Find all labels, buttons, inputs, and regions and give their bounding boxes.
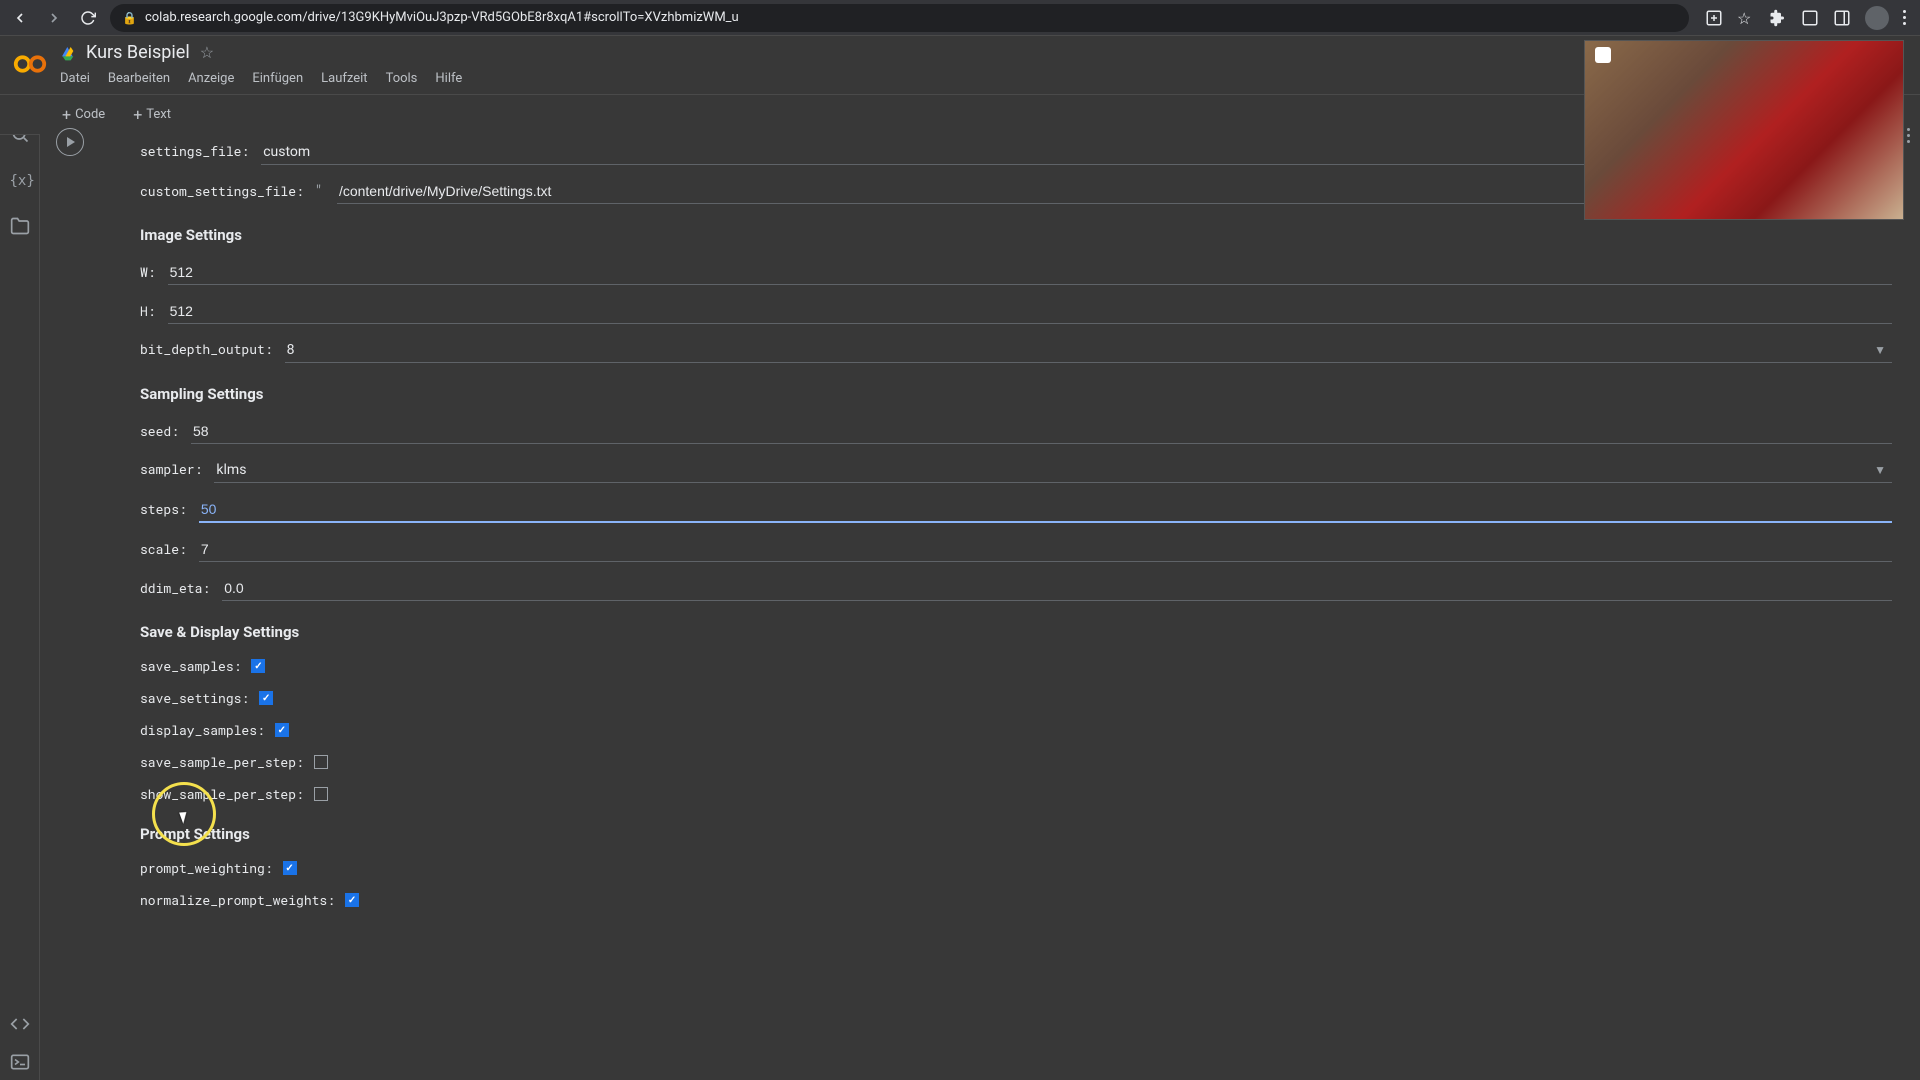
drive-icon — [60, 45, 76, 61]
url-text: colab.research.google.com/drive/13G9KHyM… — [145, 10, 739, 25]
bookmark-icon[interactable]: ☆ — [1737, 9, 1755, 27]
document-title[interactable]: Kurs Beispiel — [86, 42, 190, 63]
save-display-heading: Save & Display Settings — [140, 623, 1892, 641]
menu-runtime[interactable]: Laufzeit — [321, 71, 367, 86]
address-bar[interactable]: 🔒 colab.research.google.com/drive/13G9KH… — [110, 4, 1689, 32]
code-snippets-icon[interactable] — [10, 1014, 30, 1034]
show-sample-per-step-label: show_sample_per_step: — [140, 785, 304, 803]
bit-depth-label: bit_depth_output: — [140, 340, 273, 358]
display-samples-checkbox[interactable] — [275, 723, 289, 737]
lock-icon: 🔒 — [122, 11, 137, 25]
chevron-down-icon: ▼ — [1874, 463, 1886, 477]
steps-input[interactable] — [199, 497, 1892, 523]
profile-avatar[interactable] — [1865, 6, 1889, 30]
share-icon[interactable] — [1801, 9, 1819, 27]
seed-input[interactable] — [191, 419, 1892, 444]
scale-input[interactable] — [199, 537, 1892, 562]
sampling-settings-heading: Sampling Settings — [140, 385, 1892, 403]
sampler-select[interactable]: klms ▼ — [214, 458, 1892, 483]
run-cell-button[interactable] — [56, 128, 84, 156]
steps-label: steps: — [140, 500, 187, 518]
save-settings-label: save_settings: — [140, 689, 249, 707]
show-sample-per-step-checkbox[interactable] — [314, 787, 328, 801]
notebook-main: settings_file: custom custom_settings_fi… — [40, 120, 1920, 1080]
w-label: W: — [140, 263, 156, 281]
w-input[interactable] — [168, 260, 1892, 285]
colab-logo-icon[interactable] — [12, 46, 48, 82]
prompt-weighting-checkbox[interactable] — [283, 861, 297, 875]
custom-settings-file-label: custom_settings_file: — [140, 182, 304, 200]
star-icon[interactable]: ☆ — [200, 43, 214, 62]
normalize-prompt-weights-label: normalize_prompt_weights: — [140, 891, 335, 909]
menu-help[interactable]: Hilfe — [435, 71, 462, 86]
browser-toolbar: 🔒 colab.research.google.com/drive/13G9KH… — [0, 0, 1920, 36]
save-sample-per-step-checkbox[interactable] — [314, 755, 328, 769]
chevron-down-icon: ▼ — [1874, 343, 1886, 357]
ddim-eta-input[interactable] — [222, 576, 1892, 601]
seed-label: seed: — [140, 422, 179, 440]
menu-edit[interactable]: Bearbeiten — [108, 71, 170, 86]
form-cell: settings_file: custom custom_settings_fi… — [40, 120, 1920, 963]
sampler-label: sampler: — [140, 460, 202, 478]
reload-button[interactable] — [76, 6, 100, 30]
pin-icon — [1595, 47, 1611, 63]
cursor-icon — [181, 811, 193, 827]
h-input[interactable] — [168, 299, 1892, 324]
menu-tools[interactable]: Tools — [386, 71, 418, 86]
back-button[interactable] — [8, 6, 32, 30]
normalize-prompt-weights-checkbox[interactable] — [345, 893, 359, 907]
translate-icon[interactable] — [1705, 9, 1723, 27]
variables-icon[interactable]: {x} — [10, 170, 30, 190]
save-sample-per-step-label: save_sample_per_step: — [140, 753, 304, 771]
forward-button[interactable] — [42, 6, 66, 30]
prompt-weighting-label: prompt_weighting: — [140, 859, 273, 877]
bit-depth-select[interactable]: 8 ▼ — [285, 338, 1892, 363]
terminal-icon[interactable] — [10, 1052, 30, 1072]
extensions-icon[interactable] — [1769, 9, 1787, 27]
save-settings-checkbox[interactable] — [259, 691, 273, 705]
left-sidebar: {x} — [0, 36, 40, 1080]
settings-file-label: settings_file: — [140, 142, 249, 160]
quote-mark: " — [316, 181, 321, 200]
image-settings-heading: Image Settings — [140, 226, 1892, 244]
browser-menu-icon[interactable] — [1903, 10, 1906, 25]
prompt-settings-heading: Prompt Settings — [140, 825, 1892, 843]
display-samples-label: display_samples: — [140, 721, 265, 739]
cell-menu-icon[interactable] — [1907, 128, 1910, 143]
webcam-overlay[interactable] — [1584, 40, 1904, 220]
save-samples-label: save_samples: — [140, 657, 241, 675]
browser-right-icons: ☆ — [1699, 6, 1912, 30]
menu-insert[interactable]: Einfügen — [252, 71, 303, 86]
save-samples-checkbox[interactable] — [251, 659, 265, 673]
h-label: H: — [140, 302, 156, 320]
scale-label: scale: — [140, 540, 187, 558]
files-icon[interactable] — [10, 216, 30, 236]
menu-view[interactable]: Anzeige — [188, 71, 234, 86]
ddim-eta-label: ddim_eta: — [140, 579, 210, 597]
sidepanel-icon[interactable] — [1833, 9, 1851, 27]
menu-file[interactable]: Datei — [60, 71, 90, 86]
